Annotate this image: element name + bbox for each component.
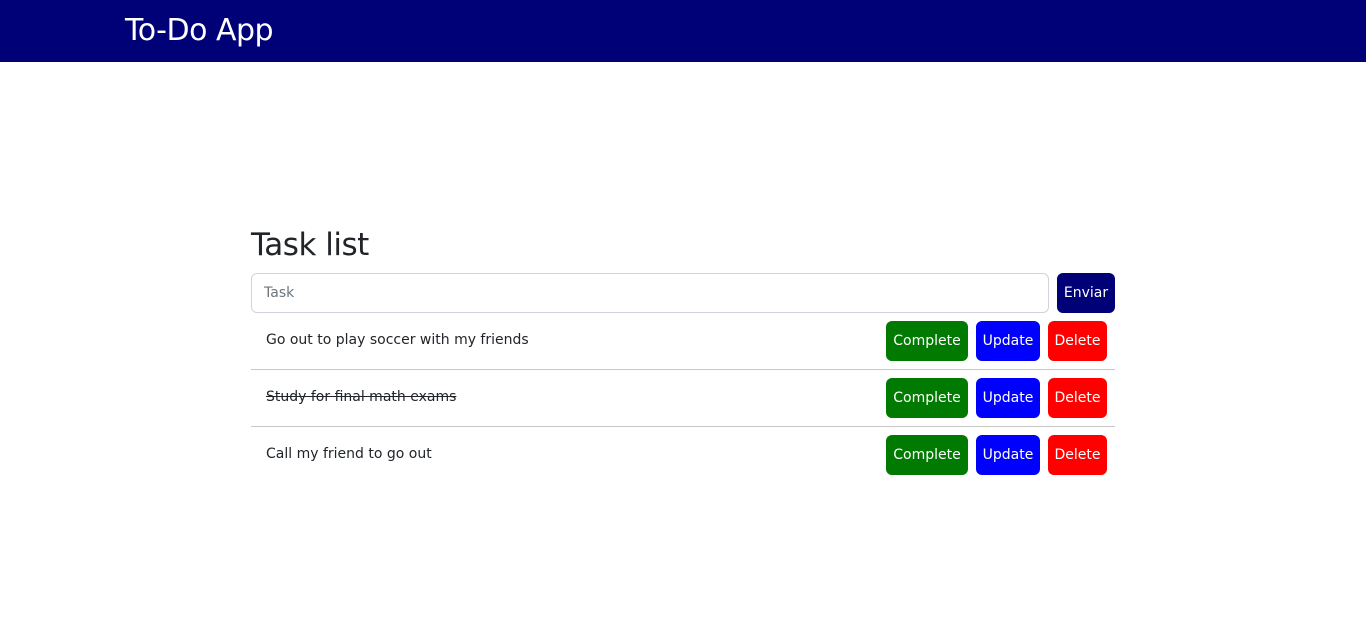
task-text-completed: Study for final math exams xyxy=(266,389,457,405)
page-title: Task list xyxy=(251,227,369,263)
task-item: Study for final math exams Complete Upda… xyxy=(251,370,1115,427)
delete-button[interactable]: Delete xyxy=(1048,435,1107,475)
task-text: Go out to play soccer with my friends xyxy=(266,332,529,348)
delete-button[interactable]: Delete xyxy=(1048,321,1107,361)
complete-button[interactable]: Complete xyxy=(886,378,968,418)
submit-button[interactable]: Enviar xyxy=(1057,273,1115,313)
complete-button[interactable]: Complete xyxy=(886,321,968,361)
task-item: Go out to play soccer with my friends Co… xyxy=(251,313,1115,370)
main-container: Task list Enviar Go out to play soccer w… xyxy=(251,224,1115,484)
update-button[interactable]: Update xyxy=(976,435,1040,475)
navbar: To-Do App xyxy=(0,0,1366,62)
update-button[interactable]: Update xyxy=(976,321,1040,361)
task-input[interactable] xyxy=(251,273,1049,313)
task-item: Call my friend to go out Complete Update… xyxy=(251,427,1115,484)
app-brand[interactable]: To-Do App xyxy=(125,10,274,52)
add-task-form: Enviar xyxy=(251,273,1115,313)
delete-button[interactable]: Delete xyxy=(1048,378,1107,418)
update-button[interactable]: Update xyxy=(976,378,1040,418)
task-text: Call my friend to go out xyxy=(266,446,432,462)
complete-button[interactable]: Complete xyxy=(886,435,968,475)
task-list: Go out to play soccer with my friends Co… xyxy=(251,313,1115,484)
